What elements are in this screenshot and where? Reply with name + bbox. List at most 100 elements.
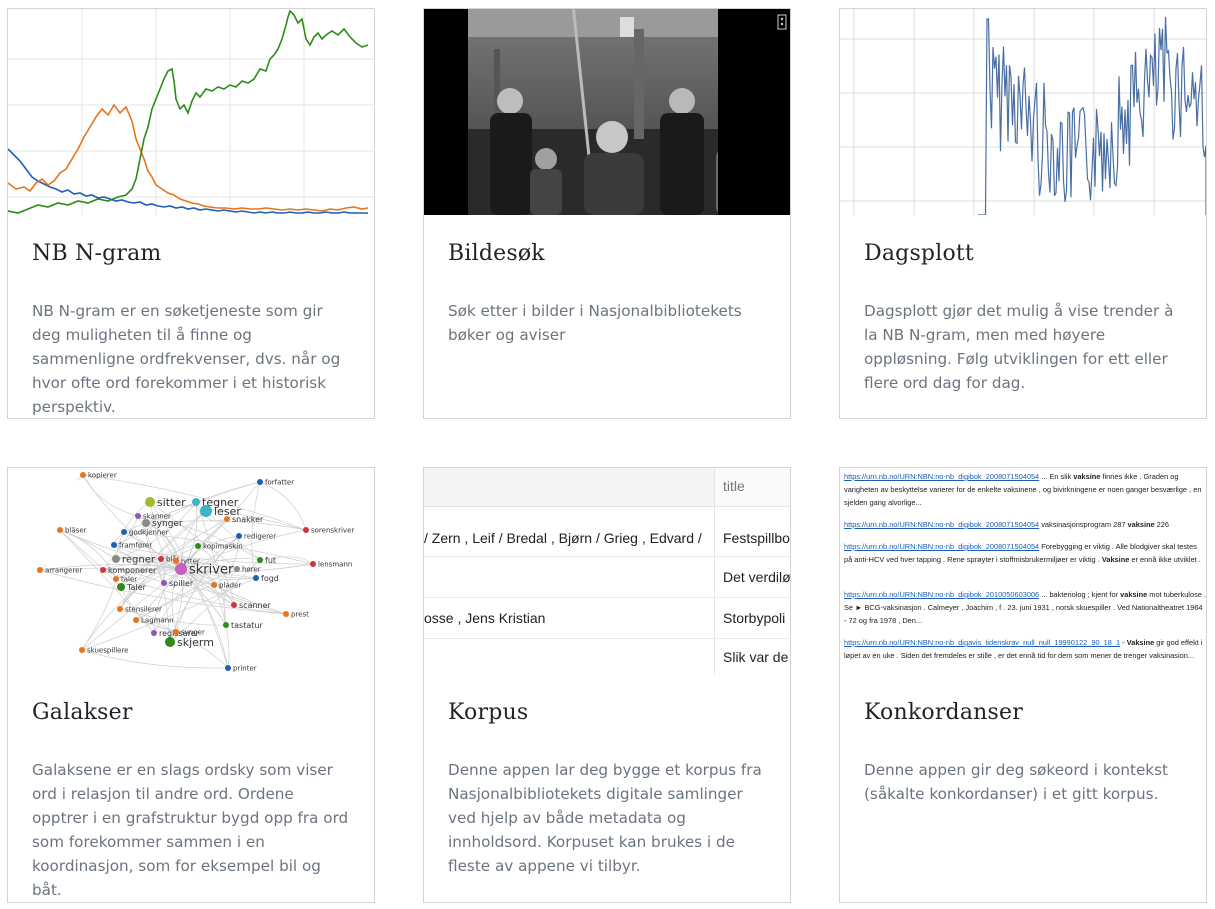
concordance-link[interactable]: https://urn.nb.no/URN:NBN:no-nb_digibok_…	[844, 520, 1039, 529]
graph-node: plader	[211, 581, 241, 589]
concordance-entry: https://urn.nb.no/URN:NBN:no-nb_digibok_…	[844, 542, 1201, 564]
graph-node-label: arrangerer	[45, 566, 82, 574]
table-row: Det verdilø	[424, 557, 790, 598]
card-description: Dagsplott gjør det mulig å vise trender …	[864, 302, 1174, 392]
card-title: Bildesøk	[448, 241, 545, 266]
graph-node: komponerer	[100, 566, 157, 575]
galakser-thumbnail: kopierer forfatter sitter tegner leser skanne…	[8, 468, 374, 674]
card-title: Galakser	[32, 700, 133, 725]
graph-node-label: prest	[291, 610, 309, 618]
graph-node: Taler	[117, 583, 147, 592]
graph-node: bläser	[57, 526, 87, 534]
graph-node-label: kopierer	[88, 471, 117, 479]
card-bildesok[interactable]: Bildesøk Søk etter i bilder i Nasjonalbi…	[423, 8, 791, 419]
graph-node: forfatter	[257, 478, 294, 486]
dagsplott-series	[978, 16, 1206, 215]
card-dagsplott[interactable]: Dagsplott Dagsplott gjør det mulig å vis…	[839, 8, 1207, 419]
card-description: Denne appen gir deg søkeord i kontekst (…	[864, 761, 1168, 803]
graph-node-label: sorenskriver	[311, 526, 354, 534]
graph-node: godkjenner	[121, 528, 169, 536]
graph-node-label: komponerer	[108, 566, 157, 575]
graph-node: prest	[283, 610, 309, 618]
photo-image	[424, 9, 790, 215]
card-ngram[interactable]: NB N-gram NB N-gram er en søketjeneste s…	[7, 8, 375, 419]
graph-node: fut	[257, 556, 276, 565]
graph-node-label: fogd	[261, 574, 279, 583]
graph-node-label: kopimaskin	[203, 542, 243, 550]
graph-node: lensmann	[310, 560, 352, 568]
graph-node: stensilerer	[117, 605, 162, 613]
bildesok-thumbnail	[424, 9, 790, 215]
table-row: / Zern , Leif / Bredal , Bjørn / Grieg ,…	[424, 506, 790, 557]
graph-node-label: regner	[122, 555, 156, 566]
card-galakser[interactable]: kopierer forfatter sitter tegner leser skanne…	[7, 467, 375, 903]
graph-node-label: lensmann	[318, 560, 352, 568]
konkordanser-thumbnail: https://urn.nb.no/URN:NBN:no-nb_digibok_…	[840, 468, 1206, 674]
concordance-entry: https://urn.nb.no/URN:NBN:no-nb_digibok_…	[844, 472, 1202, 507]
card-description: Galaksene er en slags ordsky som viser o…	[32, 761, 349, 899]
dagsplott-thumbnail	[840, 9, 1206, 215]
graph-node: arrangerer	[37, 566, 82, 574]
card-title: NB N-gram	[32, 241, 162, 266]
card-title: Dagsplott	[864, 241, 974, 266]
card-konkordanser[interactable]: https://urn.nb.no/URN:NBN:no-nb_digibok_…	[839, 467, 1207, 903]
graph-node-label: sitter	[157, 496, 186, 509]
graph-node: tastatur	[223, 621, 263, 630]
graph-node-label: skuespillere	[87, 646, 129, 654]
graph-node-label: godkjenner	[129, 528, 169, 536]
graph-node-label: fut	[265, 556, 276, 565]
korpus-thumbnail: title / Zern , Leif / Bredal , Bjørn / G…	[424, 468, 790, 674]
graph-node: scanner	[231, 601, 272, 610]
concordance-entry: https://urn.nb.no/URN:NBN:no-nb_digavis_…	[844, 638, 1203, 660]
table-cell-title: Storbypoli	[723, 610, 786, 626]
graph-node-label: stensilerer	[125, 605, 162, 613]
ngram-series-green	[8, 9, 369, 214]
table-row: osse , Jens Kristian Storbypoli	[424, 598, 790, 639]
graph-node-label: skriver	[189, 563, 234, 578]
concordance-link[interactable]: https://urn.nb.no/URN:NBN:no-nb_digibok_…	[844, 542, 1039, 551]
graph-node: regner	[112, 555, 156, 566]
graph-node-label: skjerm	[177, 636, 214, 649]
graph-node-label: redigerer	[244, 532, 276, 540]
concordance-link[interactable]: https://urn.nb.no/URN:NBN:no-nb_digavis_…	[844, 638, 1120, 647]
card-description: NB N-gram er en søketjeneste som gir deg…	[32, 302, 341, 416]
graph-node-label: hører	[242, 565, 261, 573]
graph-node-label: snakker	[232, 515, 264, 524]
graph-node: kopimaskin	[195, 542, 243, 550]
graph-node: hører	[234, 565, 261, 573]
graph-node-label: scanner	[239, 601, 272, 610]
concordance-link[interactable]: https://urn.nb.no/URN:NBN:no-nb_digibok_…	[844, 590, 1039, 599]
graph-node: printer	[225, 664, 257, 672]
card-description: Denne appen lar deg bygge et korpus fra …	[448, 761, 762, 875]
graph-node-label: Taler	[126, 583, 147, 592]
concordance-entry: https://urn.nb.no/URN:NBN:no-nb_digibok_…	[844, 520, 1170, 529]
graph-node: skriver	[175, 563, 234, 578]
card-title: Korpus	[448, 700, 529, 725]
graph-node-label: spiller	[169, 579, 194, 588]
card-korpus[interactable]: title / Zern , Leif / Bredal , Bjørn / G…	[423, 467, 791, 903]
graph-node-label: framfører	[119, 541, 152, 549]
ngram-series-orange	[8, 103, 369, 212]
graph-node: fogd	[253, 574, 279, 583]
card-title: Konkordanser	[864, 700, 1023, 725]
ngram-thumbnail	[8, 9, 374, 215]
graph-node-label: Lagmann	[141, 616, 174, 624]
graph-node-label: tastatur	[231, 621, 263, 630]
concordance-entry: https://urn.nb.no/URN:NBN:no-nb_digibok_…	[844, 590, 1206, 625]
graph-node-label: bläser	[65, 526, 87, 534]
table-cell-title: Det verdilø	[723, 569, 790, 585]
card-description: Søk etter i bilder i Nasjonalbiblioteket…	[448, 302, 742, 344]
table-cell-title: Slik var de	[723, 649, 789, 665]
concordance-link[interactable]: https://urn.nb.no/URN:NBN:no-nb_digibok_…	[844, 472, 1039, 481]
graph-node: sorenskriver	[303, 526, 354, 534]
table-row: Slik var de	[424, 639, 790, 674]
graph-node-label: plader	[219, 581, 241, 589]
table-cell-authors: osse , Jens Kristian	[424, 610, 546, 626]
table-cell-title: Festspillbo	[723, 530, 790, 546]
graph-node: redigerer	[236, 532, 276, 540]
graph-node-label: forfatter	[265, 478, 294, 486]
network-graph: kopiererforfattersitter tegnerleserskanne…	[37, 471, 354, 672]
graph-node: skjerm	[165, 636, 214, 649]
graph-node: skuespillere	[79, 646, 129, 654]
graph-node-label: printer	[233, 664, 257, 672]
